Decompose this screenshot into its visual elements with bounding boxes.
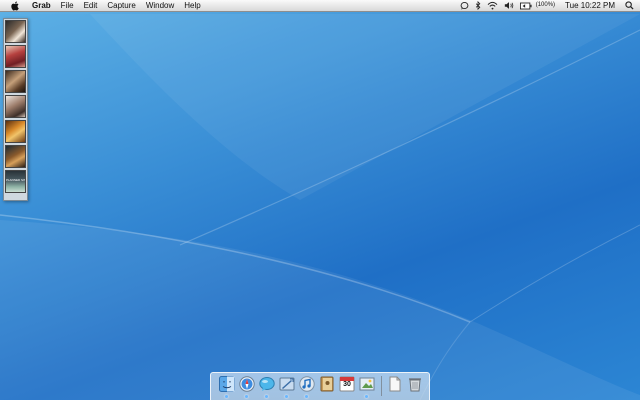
running-indicator xyxy=(245,395,248,398)
photo-6[interactable] xyxy=(5,145,26,168)
dock-separator xyxy=(381,376,382,396)
photo-2[interactable] xyxy=(5,45,26,68)
photo-7[interactable]: PLANNED SITE xyxy=(5,170,26,193)
calendar-date: 30 xyxy=(343,381,351,388)
document-icon[interactable] xyxy=(387,375,403,393)
menu-app-name[interactable]: Grab xyxy=(27,0,56,11)
ichat-icon[interactable] xyxy=(259,375,275,398)
running-indicator xyxy=(365,395,368,398)
running-indicator xyxy=(225,395,228,398)
menu-capture[interactable]: Capture xyxy=(102,0,140,11)
photo-5[interactable] xyxy=(5,120,26,143)
apple-icon[interactable] xyxy=(9,0,21,11)
trash-icon[interactable] xyxy=(407,375,423,393)
menu-edit[interactable]: Edit xyxy=(79,0,103,11)
volume-icon[interactable] xyxy=(504,0,514,11)
battery-icon[interactable] xyxy=(519,0,532,11)
bluetooth-icon[interactable] xyxy=(475,0,481,11)
sync-icon[interactable] xyxy=(460,0,469,11)
running-indicator xyxy=(305,395,308,398)
wallpaper xyxy=(0,14,640,400)
desktop[interactable]: Grab File Edit Capture Window Help (100%… xyxy=(0,0,640,400)
dock: 30 xyxy=(210,372,430,400)
photo-strip[interactable]: PLANNED SITE xyxy=(3,18,28,201)
menu-help[interactable]: Help xyxy=(179,0,205,11)
wifi-icon[interactable] xyxy=(487,0,498,11)
photo-3[interactable] xyxy=(5,70,26,93)
finder-icon[interactable] xyxy=(219,375,235,398)
mail-icon[interactable] xyxy=(279,375,295,398)
running-indicator xyxy=(265,395,268,398)
photo-caption: PLANNED SITE xyxy=(6,178,25,182)
running-indicator xyxy=(285,395,288,398)
menu-window[interactable]: Window xyxy=(141,0,179,11)
photo-4[interactable] xyxy=(5,95,26,118)
photo-1[interactable] xyxy=(5,20,26,43)
calendar-icon[interactable]: 30 xyxy=(339,375,355,393)
spotlight-icon[interactable] xyxy=(625,0,634,11)
menu-extras: (100%) Tue 10:22 PM xyxy=(454,0,640,11)
preview-icon[interactable] xyxy=(359,375,375,398)
menu-clock[interactable]: Tue 10:22 PM xyxy=(565,0,615,11)
itunes-icon[interactable] xyxy=(299,375,315,398)
address-book-icon[interactable] xyxy=(319,375,335,393)
menu-bar: Grab File Edit Capture Window Help (100%… xyxy=(0,0,640,12)
battery-percentage[interactable]: (100%) xyxy=(536,0,555,11)
menu-file[interactable]: File xyxy=(56,0,79,11)
safari-icon[interactable] xyxy=(239,375,255,398)
